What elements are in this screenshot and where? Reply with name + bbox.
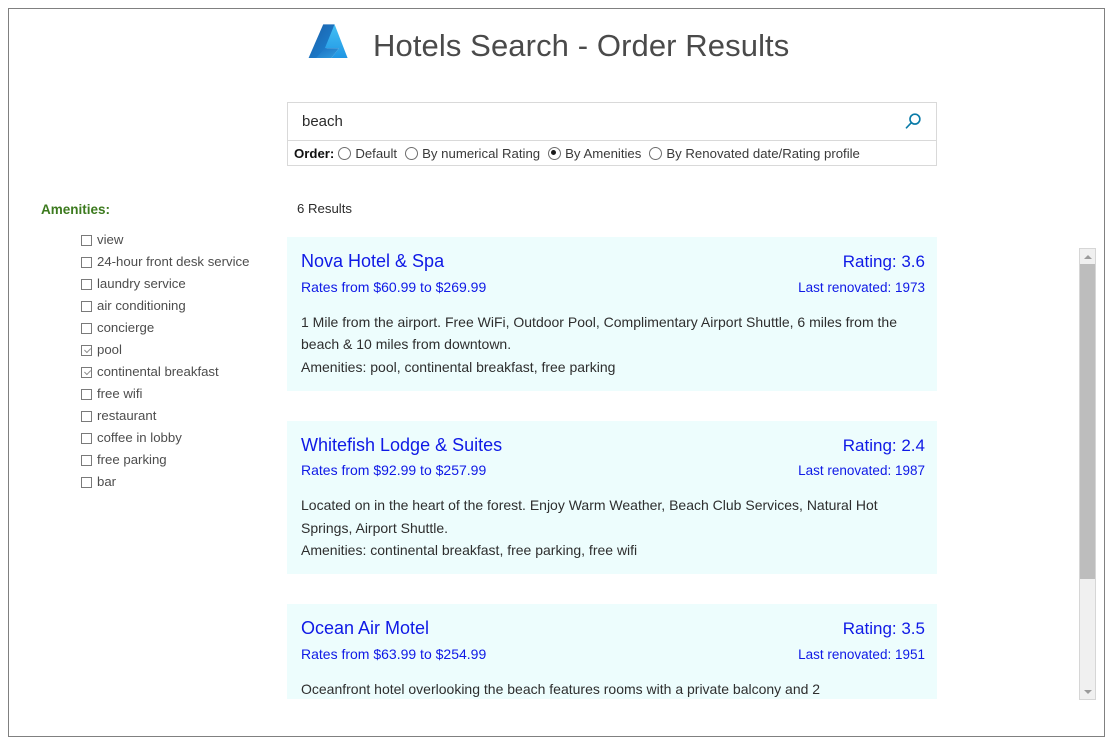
amenity-checkbox-free-wifi[interactable]: free wifi [81,383,284,405]
checkbox-icon [81,234,92,246]
amenity-checkbox-24-hour-front-desk-service[interactable]: 24-hour front desk service [81,251,284,273]
amenities-list: view 24-hour front desk service laundry … [34,229,284,493]
search-row [288,103,936,141]
search-icon [905,113,921,129]
radio-icon-selected [548,146,562,160]
app-window: Hotels Search - Order Results Order: Def… [8,8,1105,737]
amenity-label: air conditioning [97,298,186,314]
hotel-rating: Rating: 3.6 [842,252,925,271]
amenity-checkbox-bar[interactable]: bar [81,471,284,493]
scrollbar-up-button[interactable] [1080,249,1095,264]
checkbox-icon [81,256,92,268]
result-card-rates-row: Rates from $63.99 to $254.99 Last renova… [301,641,925,666]
order-option-label: Default [355,145,398,161]
amenity-label: free wifi [97,386,143,402]
checkbox-icon [81,278,92,290]
chevron-down-icon [1083,689,1092,694]
order-option-by-renovated-date[interactable]: By Renovated date/Rating profile [649,146,860,161]
search-button[interactable] [900,109,926,135]
checkbox-icon [81,300,92,312]
amenity-checkbox-view[interactable]: view [81,229,284,251]
search-panel: Order: Default By numerical Rating By Am… [287,102,937,166]
radio-icon [405,146,419,160]
order-option-label: By numerical Rating [422,145,541,161]
amenity-checkbox-air-conditioning[interactable]: air conditioning [81,295,284,317]
radio-icon [649,146,663,160]
result-card-title-row: Ocean Air Motel Rating: 3.5 [301,616,925,641]
amenity-checkbox-laundry-service[interactable]: laundry service [81,273,284,295]
checkbox-icon-checked [81,344,92,356]
order-row: Order: Default By numerical Rating By Am… [288,141,936,165]
result-card[interactable]: Whitefish Lodge & Suites Rating: 2.4 Rat… [287,420,937,575]
result-card-rates-row: Rates from $92.99 to $257.99 Last renova… [301,457,925,482]
hotel-description: Located on in the heart of the forest. E… [301,497,878,536]
amenities-title: Amenities: [41,202,111,217]
hotel-last-renovated: Last renovated: 1951 [798,647,925,663]
hotel-description: Oceanfront hotel overlooking the beach f… [301,680,821,697]
checkbox-icon [81,388,92,400]
result-card[interactable]: Nova Hotel & Spa Rating: 3.6 Rates from … [287,237,937,391]
radio-icon [338,146,352,160]
hotel-rating: Rating: 2.4 [842,435,925,455]
result-card[interactable]: Ocean Air Motel Rating: 3.5 Rates from $… [287,604,937,699]
order-option-by-numerical-rating[interactable]: By numerical Rating [405,146,540,161]
results-scrollbar[interactable] [1079,248,1096,700]
result-card-rates-row: Rates from $60.99 to $269.99 Last renova… [301,274,925,299]
search-input[interactable] [302,113,900,130]
hotel-name-link[interactable]: Whitefish Lodge & Suites [301,433,502,457]
azure-logo-icon [308,24,348,58]
order-option-label: By Amenities [565,145,642,161]
amenity-checkbox-pool[interactable]: pool [81,339,284,361]
chevron-up-icon [1083,254,1092,259]
amenity-checkbox-free-parking[interactable]: free parking [81,449,284,471]
amenity-checkbox-restaurant[interactable]: restaurant [81,405,284,427]
amenity-label: 24-hour front desk service [97,254,250,270]
amenity-checkbox-continental-breakfast[interactable]: continental breakfast [81,361,284,383]
checkbox-icon [81,432,92,444]
hotel-rates: Rates from $63.99 to $254.99 [301,646,487,663]
results-inner: Nova Hotel & Spa Rating: 3.6 Rates from … [287,237,947,699]
amenity-label: free parking [97,452,167,468]
app-header: Hotels Search - Order Results [301,16,789,74]
amenity-checkbox-coffee-in-lobby[interactable]: coffee in lobby [81,427,284,449]
hotel-rates: Rates from $60.99 to $269.99 [301,278,487,295]
hotel-name-link[interactable]: Ocean Air Motel [301,616,429,640]
hotel-amenities: Amenities: pool, continental breakfast, … [301,358,616,375]
amenity-label: bar [97,474,117,490]
checkbox-icon [81,476,92,488]
order-option-by-amenities[interactable]: By Amenities [548,146,641,161]
checkbox-icon [81,410,92,422]
result-card-title-row: Nova Hotel & Spa Rating: 3.6 [301,249,925,274]
order-option-default[interactable]: Default [338,146,397,161]
amenities-filter-panel: Amenities: view 24-hour front desk servi… [34,202,284,493]
results-count: 6 Results [297,201,352,216]
hotel-description: 1 Mile from the airport. Free WiFi, Outd… [301,313,897,353]
result-card-title-row: Whitefish Lodge & Suites Rating: 2.4 [301,433,925,458]
hotel-amenities: Amenities: continental breakfast, free p… [301,542,638,559]
amenity-label: concierge [97,320,155,336]
order-label: Order: [294,145,335,161]
hotel-rates: Rates from $92.99 to $257.99 [301,462,487,479]
amenity-label: pool [97,342,122,358]
amenity-checkbox-concierge[interactable]: concierge [81,317,284,339]
scrollbar-down-button[interactable] [1080,684,1095,699]
checkbox-icon [81,322,92,334]
scrollbar-thumb[interactable] [1080,264,1095,579]
amenity-label: laundry service [97,276,186,292]
page-title: Hotels Search - Order Results [373,27,790,63]
amenity-label: view [97,232,124,248]
hotel-last-renovated: Last renovated: 1987 [798,463,925,479]
hotel-rating: Rating: 3.5 [842,619,925,639]
hotel-last-renovated: Last renovated: 1973 [798,279,925,295]
order-option-label: By Renovated date/Rating profile [666,145,860,161]
results-list[interactable]: Nova Hotel & Spa Rating: 3.6 Rates from … [287,237,1075,699]
amenity-label: continental breakfast [97,364,219,380]
checkbox-icon [81,454,92,466]
amenity-label: restaurant [97,408,157,424]
checkbox-icon-checked [81,366,92,378]
hotel-name-link[interactable]: Nova Hotel & Spa [301,249,444,273]
amenity-label: coffee in lobby [97,430,182,446]
